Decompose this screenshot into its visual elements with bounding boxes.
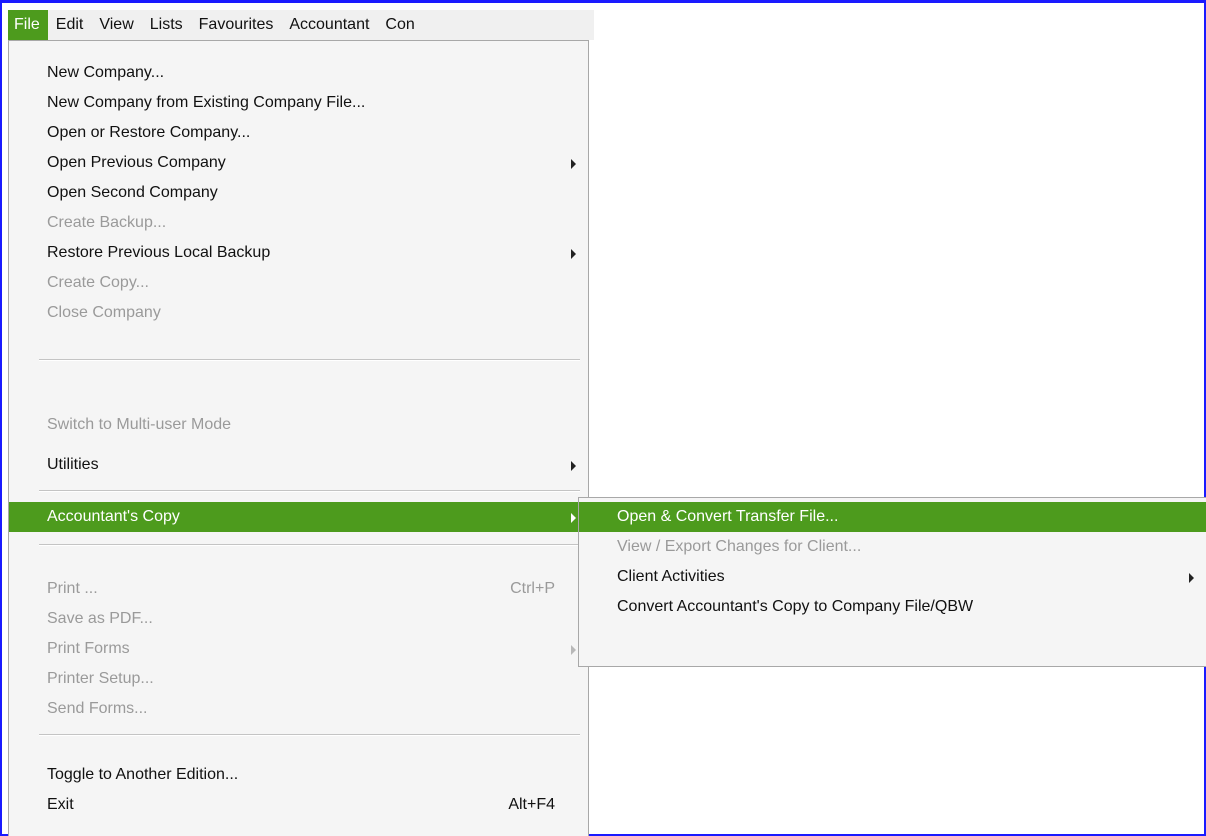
menu-item-label: New Company from Existing Company File..…: [47, 94, 366, 111]
menu-lists-label: Lists: [149, 16, 183, 33]
submenu-item-view-export-changes[interactable]: View / Export Changes for Client...: [579, 532, 1206, 562]
menu-separator: [39, 734, 580, 736]
menu-item-label: Toggle to Another Edition...: [47, 766, 239, 783]
submenu-arrow-icon: [1189, 573, 1194, 583]
submenu-arrow-icon: [571, 249, 576, 259]
submenu-item-convert-accountants-copy[interactable]: Convert Accountant's Copy to Company Fil…: [579, 592, 1206, 622]
menu-item-label: Printer Setup...: [47, 670, 154, 687]
menu-item-utilities[interactable]: Utilities: [9, 450, 588, 480]
menu-item-close-company[interactable]: Close Company: [9, 298, 588, 328]
menu-item-label: Exit: [47, 796, 74, 813]
menu-lists[interactable]: Lists: [142, 10, 191, 40]
menu-item-send-forms[interactable]: Send Forms...: [9, 694, 588, 724]
menu-item-label: Create Copy...: [47, 274, 149, 291]
menu-file-label: File: [14, 16, 40, 33]
menu-file[interactable]: File: [8, 10, 48, 40]
menu-item-label: Convert Accountant's Copy to Company Fil…: [617, 598, 974, 615]
menu-item-label: Open or Restore Company...: [47, 124, 251, 141]
menu-item-label: Send Forms...: [47, 700, 148, 717]
menu-view-label: View: [99, 16, 134, 33]
menu-separator: [39, 490, 580, 492]
menu-item-restore-previous-backup[interactable]: Restore Previous Local Backup: [9, 238, 588, 268]
menu-accountant[interactable]: Accountant: [281, 10, 377, 40]
submenu-arrow-icon: [571, 513, 576, 523]
menu-item-new-company[interactable]: New Company...: [9, 58, 588, 88]
submenu-arrow-icon: [571, 159, 576, 169]
submenu-arrow-icon: [571, 461, 576, 471]
menu-item-open-restore-company[interactable]: Open or Restore Company...: [9, 118, 588, 148]
menu-favourites[interactable]: Favourites: [191, 10, 282, 40]
file-menu: New Company... New Company from Existing…: [8, 40, 589, 836]
shortcut-label: Ctrl+P: [510, 580, 555, 597]
menu-item-exit[interactable]: Exit Alt+F4: [9, 790, 588, 820]
menu-view[interactable]: View: [91, 10, 141, 40]
menu-item-label: Create Backup...: [47, 214, 167, 231]
submenu-item-client-activities[interactable]: Client Activities: [579, 562, 1206, 592]
menu-item-label: Print ...: [47, 580, 98, 597]
menu-item-print[interactable]: Print ... Ctrl+P: [9, 574, 588, 604]
submenu-arrow-icon: [571, 645, 576, 655]
menu-item-label: Client Activities: [617, 568, 725, 585]
menu-favourites-label: Favourites: [198, 16, 274, 33]
menu-item-save-as-pdf[interactable]: Save as PDF...: [9, 604, 588, 634]
menu-item-open-second-company[interactable]: Open Second Company: [9, 178, 588, 208]
menu-item-label: Open Second Company: [47, 184, 218, 201]
menu-item-label: Open Previous Company: [47, 154, 226, 171]
menu-item-accountants-copy[interactable]: Accountant's Copy: [9, 502, 588, 532]
menu-item-toggle-edition[interactable]: Toggle to Another Edition...: [9, 760, 588, 790]
menu-item-label: Accountant's Copy: [47, 508, 180, 525]
menu-item-open-previous-company[interactable]: Open Previous Company: [9, 148, 588, 178]
menu-edit[interactable]: Edit: [48, 10, 92, 40]
menu-separator: [39, 544, 580, 546]
submenu-item-open-convert-transfer[interactable]: Open & Convert Transfer File...: [579, 502, 1206, 532]
menu-item-new-company-from-existing[interactable]: New Company from Existing Company File..…: [9, 88, 588, 118]
menu-accountant-label: Accountant: [289, 16, 370, 33]
menu-item-label: Close Company: [47, 304, 161, 321]
menu-item-create-copy[interactable]: Create Copy...: [9, 268, 588, 298]
menu-item-create-backup[interactable]: Create Backup...: [9, 208, 588, 238]
shortcut-label: Alt+F4: [508, 796, 555, 813]
menu-item-print-forms[interactable]: Print Forms: [9, 634, 588, 664]
menu-item-label: Restore Previous Local Backup: [47, 244, 271, 261]
menu-item-switch-multi-user[interactable]: Switch to Multi-user Mode: [9, 410, 588, 440]
menu-bar: File Edit View Lists Favourites Accounta…: [8, 10, 594, 40]
menu-item-label: Print Forms: [47, 640, 130, 657]
accountants-copy-submenu: Open & Convert Transfer File... View / E…: [578, 497, 1206, 667]
menu-item-label: Switch to Multi-user Mode: [47, 416, 232, 433]
menu-item-label: View / Export Changes for Client...: [617, 538, 862, 555]
menu-item-printer-setup[interactable]: Printer Setup...: [9, 664, 588, 694]
menu-item-label: Utilities: [47, 456, 99, 473]
menu-item-label: New Company...: [47, 64, 165, 81]
menu-item-label: Open & Convert Transfer File...: [617, 508, 839, 525]
menu-item-label: Save as PDF...: [47, 610, 153, 627]
menu-separator: [39, 359, 580, 361]
menu-edit-label: Edit: [55, 16, 84, 33]
menu-company-truncated[interactable]: Con: [377, 10, 422, 40]
menu-company-label: Con: [385, 16, 415, 33]
